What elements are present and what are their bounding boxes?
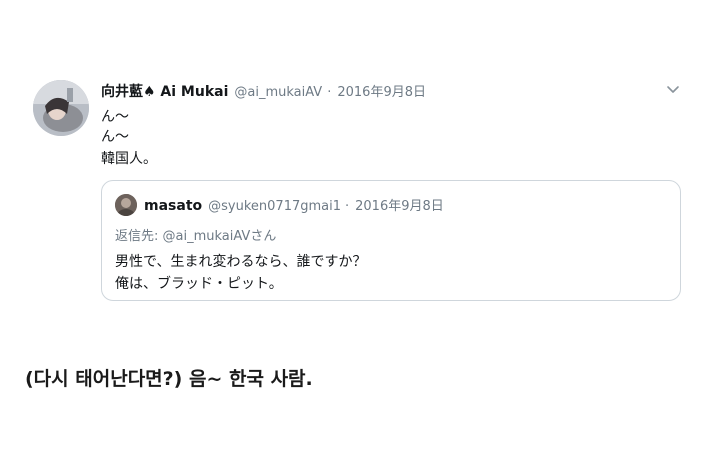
quoted-user-handle[interactable]: @syuken0717gmai1	[208, 199, 341, 214]
chevron-down-icon[interactable]	[664, 80, 682, 98]
quoted-tweet-date[interactable]: 2016年9月8日	[355, 195, 444, 214]
display-name[interactable]: 向井藍♠ Ai Mukai	[101, 81, 228, 101]
quoted-avatar[interactable]	[115, 194, 137, 216]
tweet-text-line: ん〜	[101, 129, 129, 145]
tweet-card: 向井藍♠ Ai Mukai @ai_mukaiAV · 2016年9月8日 ん〜…	[0, 0, 720, 330]
tweet-header: 向井藍♠ Ai Mukai @ai_mukaiAV · 2016年9月8日	[101, 81, 426, 101]
separator-dot: ·	[345, 199, 350, 214]
quoted-display-name[interactable]: masato	[144, 198, 202, 214]
separator-dot: ·	[327, 85, 332, 100]
quoted-text-line: 俺は、ブラッド・ピット。	[115, 276, 283, 292]
profile-photo	[33, 80, 89, 136]
quoted-tweet-header: masato @syuken0717gmai1 · 2016年9月8日	[144, 195, 444, 214]
reply-to-label[interactable]: 返信先: @ai_mukaiAVさん	[115, 225, 276, 244]
tweet-text-line: ん〜	[101, 109, 129, 125]
quoted-tweet[interactable]: masato @syuken0717gmai1 · 2016年9月8日 返信先:…	[101, 180, 681, 301]
quoted-text-line: 男性で、生まれ変わるなら、誰ですか？	[115, 254, 367, 270]
quoted-profile-photo	[115, 194, 137, 216]
caption-text: (다시 태어난다면?) 음~ 한국 사람.	[25, 368, 313, 390]
tweet-date[interactable]: 2016年9月8日	[337, 81, 426, 100]
avatar[interactable]	[33, 80, 89, 136]
user-handle[interactable]: @ai_mukaiAV	[234, 85, 322, 100]
tweet-text-line: 韓国人。	[101, 151, 157, 167]
